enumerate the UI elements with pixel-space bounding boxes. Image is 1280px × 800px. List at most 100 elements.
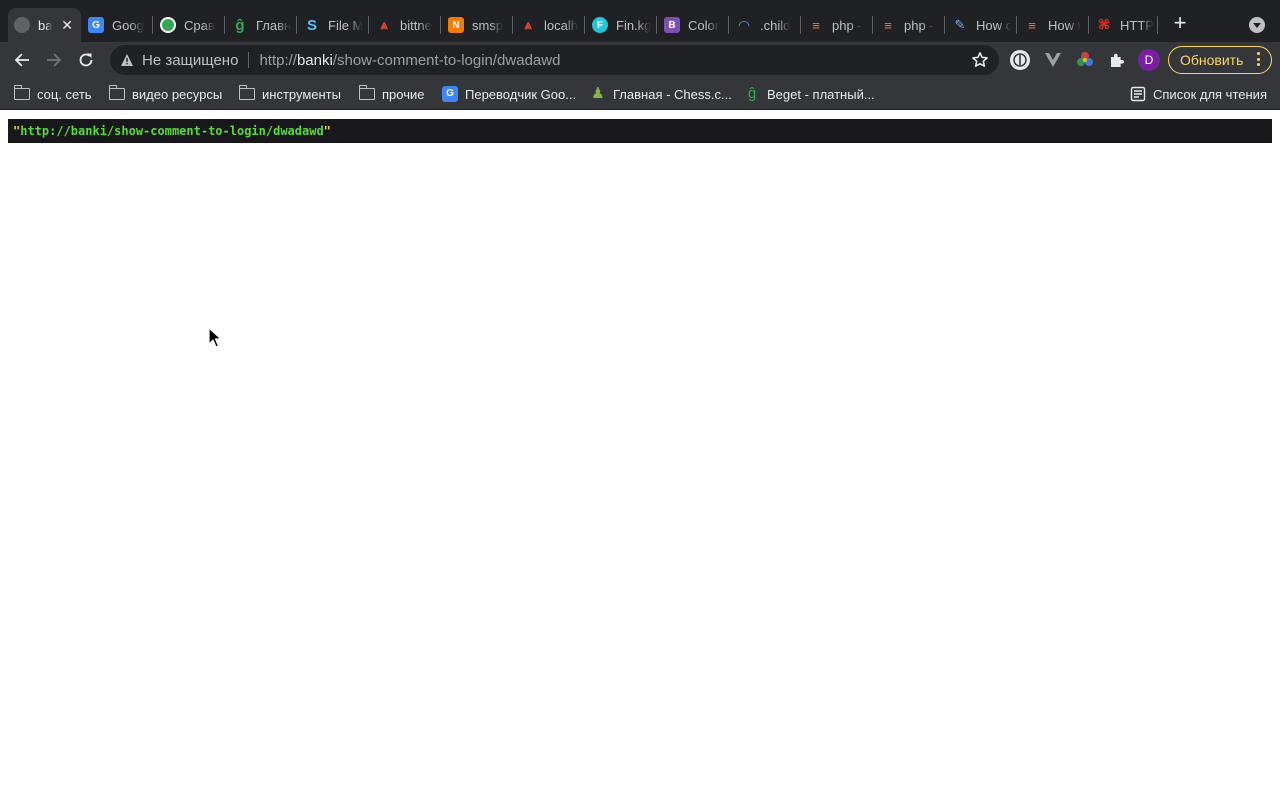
tab-title: .child [760, 17, 791, 33]
address-bar[interactable]: Не защищено http://banki/show-comment-to… [110, 45, 999, 75]
bookmark-chess[interactable]: ♟ Главная - Chess.c... [590, 85, 732, 103]
arrow-left-icon [14, 53, 29, 67]
tab-title: How c [976, 17, 1013, 33]
folder-icon [13, 85, 30, 102]
more-vertical-icon[interactable] [1257, 52, 1261, 69]
tab-separator [152, 16, 153, 34]
new-tab-button[interactable]: + [1168, 12, 1192, 36]
tab-15[interactable]: ⌘ HTTP [1090, 8, 1156, 42]
security-label[interactable]: Не защищено [142, 52, 238, 69]
update-button[interactable]: Обновить [1168, 46, 1272, 74]
tab-10[interactable]: ◠ .child [730, 8, 800, 42]
tab-separator [728, 16, 729, 34]
tab-separator [944, 16, 945, 34]
warning-icon[interactable] [120, 53, 134, 67]
tab-title: How t [1048, 17, 1082, 33]
gitlab-icon: ⩓ [380, 17, 388, 32]
tab-12[interactable]: ≡ php - [874, 8, 944, 42]
compass-icon [160, 17, 176, 33]
stackoverflow-icon: ≡ [812, 17, 820, 33]
bookmark-folder-video[interactable]: видео ресурсы [108, 85, 223, 103]
tab-2[interactable]: Срав [154, 8, 224, 42]
url-text[interactable]: http://banki/show-comment-to-login/dwada… [259, 52, 560, 69]
bookmark-folder-other[interactable]: прочие [358, 85, 425, 103]
tab-separator [440, 16, 441, 34]
tab-3[interactable]: ĝ Главн [226, 8, 296, 42]
bookmark-label: видео ресурсы [132, 86, 223, 102]
tab-search-icon[interactable] [1249, 17, 1265, 33]
stackoverflow-icon: ≡ [884, 17, 892, 33]
tab-14[interactable]: ≡ How t [1018, 8, 1088, 42]
f-icon: F [592, 17, 608, 33]
tab-separator [1157, 16, 1158, 34]
google-translate-icon: G [88, 17, 104, 33]
bookmark-label: прочие [382, 86, 425, 102]
tab-4[interactable]: S File M [298, 8, 368, 42]
folder-icon [358, 85, 375, 102]
tab-separator [368, 16, 369, 34]
stackoverflow-icon: ≡ [1028, 17, 1036, 33]
puzzle-extensions-icon[interactable] [1106, 49, 1128, 71]
mouse-cursor-icon [208, 327, 222, 348]
tab-9[interactable]: B Color [658, 8, 728, 42]
tab-7[interactable]: ⩓ localh [514, 8, 584, 42]
tab-title: localh [544, 17, 578, 33]
tab-title: ba [38, 17, 53, 33]
close-icon[interactable]: ✕ [61, 18, 73, 32]
forward-button[interactable] [42, 48, 66, 72]
close-quote: " [323, 124, 331, 138]
reload-button[interactable] [74, 48, 98, 72]
bookmark-folder-social[interactable]: соц. сеть [13, 85, 92, 103]
profile-avatar[interactable]: D [1138, 49, 1160, 71]
browser-toolbar: Не защищено http://banki/show-comment-to… [0, 42, 1280, 78]
reading-list-icon [1130, 86, 1146, 102]
chess-pawn-icon: ♟ [591, 85, 605, 102]
folder-icon [238, 85, 255, 102]
tab-strip: ba ✕ G Goog Срав ĝ Главн S File M ⩓ bitt… [0, 0, 1280, 42]
bookmark-label: Переводчик Goo... [465, 86, 577, 102]
bookmark-star-icon[interactable] [971, 51, 989, 74]
bookmark-label: соц. сеть [37, 86, 92, 102]
tab-separator [1088, 16, 1089, 34]
color-wheel-icon[interactable] [1074, 49, 1096, 71]
bookmark-label: инструменты [262, 86, 341, 102]
tab-5[interactable]: ⩓ bittne [370, 8, 440, 42]
tab-1[interactable]: G Goog [82, 8, 152, 42]
bookmark-folder-tools[interactable]: инструменты [238, 85, 341, 103]
tab-separator [872, 16, 873, 34]
tab-8[interactable]: F Fin.kg [586, 8, 656, 42]
tab-separator [584, 16, 585, 34]
extension-circle-icon[interactable] [1009, 49, 1031, 71]
vuejs-devtools-icon[interactable] [1042, 49, 1064, 71]
tab-separator [656, 16, 657, 34]
url-host: banki [296, 51, 333, 69]
back-button[interactable] [10, 48, 34, 72]
tab-title: php - [904, 17, 934, 33]
tab-separator [296, 16, 297, 34]
reading-list-button[interactable]: Список для чтения [1130, 85, 1267, 103]
tab-11[interactable]: ≡ php - [802, 8, 872, 42]
tab-title: Главн [256, 17, 292, 33]
tab-0[interactable]: ba ✕ [8, 8, 81, 42]
bookmarks-bar: соц. сеть видео ресурсы инструменты проч… [0, 78, 1280, 110]
globe-icon [14, 17, 30, 33]
tab-title: Goog [112, 17, 144, 33]
beget-icon: ĝ [747, 85, 757, 102]
url-path: /show-comment-to-login/dwadawd [332, 51, 561, 69]
var-dump-output: "http://banki/show-comment-to-login/dwad… [8, 119, 1272, 143]
n-icon: N [448, 17, 464, 33]
bookmark-label: Beget - платный... [767, 86, 875, 102]
tab-title: Color [688, 17, 720, 33]
tab-title: smsp [472, 17, 504, 33]
tab-title: Срав [184, 17, 215, 33]
tab-separator [1016, 16, 1017, 34]
google-translate-icon: G [442, 86, 458, 102]
gitlab-icon: ⩓ [524, 17, 532, 32]
bookmark-beget[interactable]: ĝ Beget - платный... [744, 85, 875, 103]
reading-list-label: Список для чтения [1153, 86, 1267, 102]
reload-icon [79, 53, 93, 67]
bookmark-google-translate[interactable]: G Переводчик Goo... [442, 85, 576, 103]
tab-6[interactable]: N smsp [442, 8, 512, 42]
tab-title: Fin.kg [616, 17, 652, 33]
tab-13[interactable]: ✎ How c [946, 8, 1016, 42]
